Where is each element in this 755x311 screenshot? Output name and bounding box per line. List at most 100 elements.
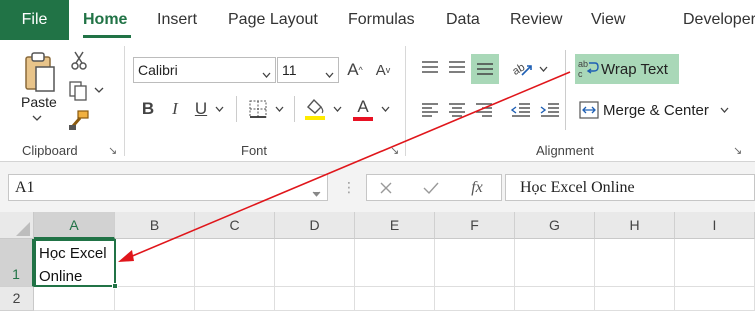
- splitter-handle-icon[interactable]: ⋮: [342, 179, 356, 196]
- font-color-icon[interactable]: A: [351, 96, 375, 122]
- bold-button[interactable]: B: [138, 98, 158, 120]
- cell[interactable]: [115, 287, 195, 311]
- cancel-icon[interactable]: [377, 179, 395, 197]
- top-align-icon[interactable]: [418, 54, 442, 80]
- bottom-align-icon[interactable]: [471, 54, 499, 84]
- column-header-b[interactable]: B: [115, 212, 195, 239]
- divider: [565, 50, 566, 130]
- column-header-f[interactable]: F: [435, 212, 515, 239]
- increase-indent-icon[interactable]: [538, 98, 562, 122]
- align-center-icon[interactable]: [445, 98, 469, 122]
- cell[interactable]: [515, 239, 595, 287]
- paste-icon[interactable]: [20, 48, 60, 98]
- merge-center-button[interactable]: Merge & Center: [575, 95, 745, 125]
- divider: [236, 96, 237, 122]
- cell-a1-line-1: Học Excel: [39, 245, 107, 262]
- ribbon-tab-bar: File Home Insert Page Layout Formulas Da…: [0, 0, 755, 40]
- decrease-indent-icon[interactable]: [509, 98, 533, 122]
- align-right-icon[interactable]: [472, 98, 496, 122]
- cell[interactable]: [435, 239, 515, 287]
- tab-review[interactable]: Review: [510, 0, 562, 40]
- decrease-font-size-button[interactable]: Av: [371, 58, 395, 82]
- wrap-text-button[interactable]: ab c Wrap Text: [575, 54, 679, 84]
- paste-label[interactable]: Paste: [21, 94, 57, 110]
- format-painter-icon[interactable]: [66, 108, 92, 132]
- cell-a1-selected[interactable]: Học Excel Online: [34, 239, 116, 287]
- clipboard-group-label: Clipboard: [22, 143, 78, 158]
- tab-insert[interactable]: Insert: [157, 0, 197, 40]
- name-box-value: A1: [15, 178, 35, 196]
- row-header-2[interactable]: 2: [0, 287, 34, 311]
- cell[interactable]: [275, 239, 355, 287]
- select-all-corner[interactable]: [0, 212, 34, 239]
- copy-dropdown-chevron-icon[interactable]: [92, 84, 106, 96]
- cell[interactable]: [275, 287, 355, 311]
- name-box-dropdown-chevron-icon[interactable]: [312, 184, 321, 202]
- orientation-dropdown-chevron-icon[interactable]: [536, 62, 550, 76]
- tab-developer[interactable]: Developer: [683, 0, 755, 40]
- copy-icon[interactable]: [66, 80, 90, 102]
- formula-bar: A1 ⋮ fx Học Excel Online: [0, 162, 755, 212]
- cell[interactable]: [675, 287, 755, 311]
- active-tab-indicator: [83, 35, 131, 38]
- tab-file[interactable]: File: [0, 0, 69, 40]
- cut-icon[interactable]: [68, 50, 90, 72]
- enter-check-icon[interactable]: [422, 179, 440, 197]
- column-header-i[interactable]: I: [675, 212, 755, 239]
- tab-formulas[interactable]: Formulas: [348, 0, 415, 40]
- alignment-dialog-launcher-icon[interactable]: ↘: [733, 144, 742, 157]
- cell[interactable]: [195, 287, 275, 311]
- cell[interactable]: [595, 239, 675, 287]
- italic-button[interactable]: I: [166, 98, 184, 120]
- borders-icon[interactable]: [246, 98, 270, 120]
- column-header-a[interactable]: A: [34, 212, 115, 239]
- middle-align-icon[interactable]: [445, 54, 469, 80]
- cell[interactable]: [355, 287, 435, 311]
- column-header-e[interactable]: E: [355, 212, 435, 239]
- fill-handle[interactable]: [112, 283, 118, 289]
- formula-input[interactable]: Học Excel Online: [505, 174, 755, 201]
- align-left-icon[interactable]: [418, 98, 442, 122]
- fill-color-dropdown-chevron-icon[interactable]: [330, 102, 344, 116]
- merge-dropdown-chevron-icon[interactable]: [717, 103, 733, 117]
- borders-dropdown-chevron-icon[interactable]: [272, 102, 286, 116]
- cell[interactable]: [515, 287, 595, 311]
- cell[interactable]: [435, 287, 515, 311]
- underline-dropdown-chevron-icon[interactable]: [212, 102, 226, 116]
- column-header-c[interactable]: C: [195, 212, 275, 239]
- underline-button[interactable]: U: [192, 98, 210, 120]
- tab-page-layout[interactable]: Page Layout: [228, 0, 318, 40]
- clipboard-dialog-launcher-icon[interactable]: ↘: [108, 144, 117, 157]
- tab-view[interactable]: View: [591, 0, 625, 40]
- cell[interactable]: [595, 287, 675, 311]
- insert-function-icon[interactable]: fx: [465, 177, 489, 199]
- group-divider: [124, 46, 125, 156]
- font-color-dropdown-chevron-icon[interactable]: [378, 102, 392, 116]
- cell[interactable]: [195, 239, 275, 287]
- font-name-select[interactable]: Calibri: [133, 57, 276, 83]
- column-header-g[interactable]: G: [515, 212, 595, 239]
- chevron-down-icon: [325, 65, 334, 81]
- column-header-d[interactable]: D: [275, 212, 355, 239]
- orientation-icon[interactable]: ab: [510, 54, 536, 82]
- name-box[interactable]: A1: [8, 174, 328, 201]
- font-color-swatch: [353, 116, 373, 121]
- increase-font-size-button[interactable]: A ^: [343, 58, 367, 82]
- wrap-text-icon: ab c: [575, 56, 601, 82]
- tab-home[interactable]: Home: [83, 0, 127, 40]
- cell[interactable]: [115, 239, 195, 287]
- row-header-1[interactable]: 1: [0, 239, 34, 287]
- font-dialog-launcher-icon[interactable]: ↘: [390, 144, 399, 157]
- column-header-h[interactable]: H: [595, 212, 675, 239]
- chevron-down-icon: [262, 65, 271, 81]
- merge-center-icon: [575, 97, 603, 123]
- paste-dropdown-chevron-icon[interactable]: [30, 112, 44, 124]
- font-size-select[interactable]: 11: [277, 57, 339, 83]
- divider: [294, 96, 295, 122]
- cell-a1-line-2: Online: [39, 268, 83, 285]
- cell[interactable]: [675, 239, 755, 287]
- cell[interactable]: [355, 239, 435, 287]
- fill-color-icon[interactable]: [303, 96, 327, 122]
- cell[interactable]: [34, 287, 115, 311]
- tab-data[interactable]: Data: [446, 0, 480, 40]
